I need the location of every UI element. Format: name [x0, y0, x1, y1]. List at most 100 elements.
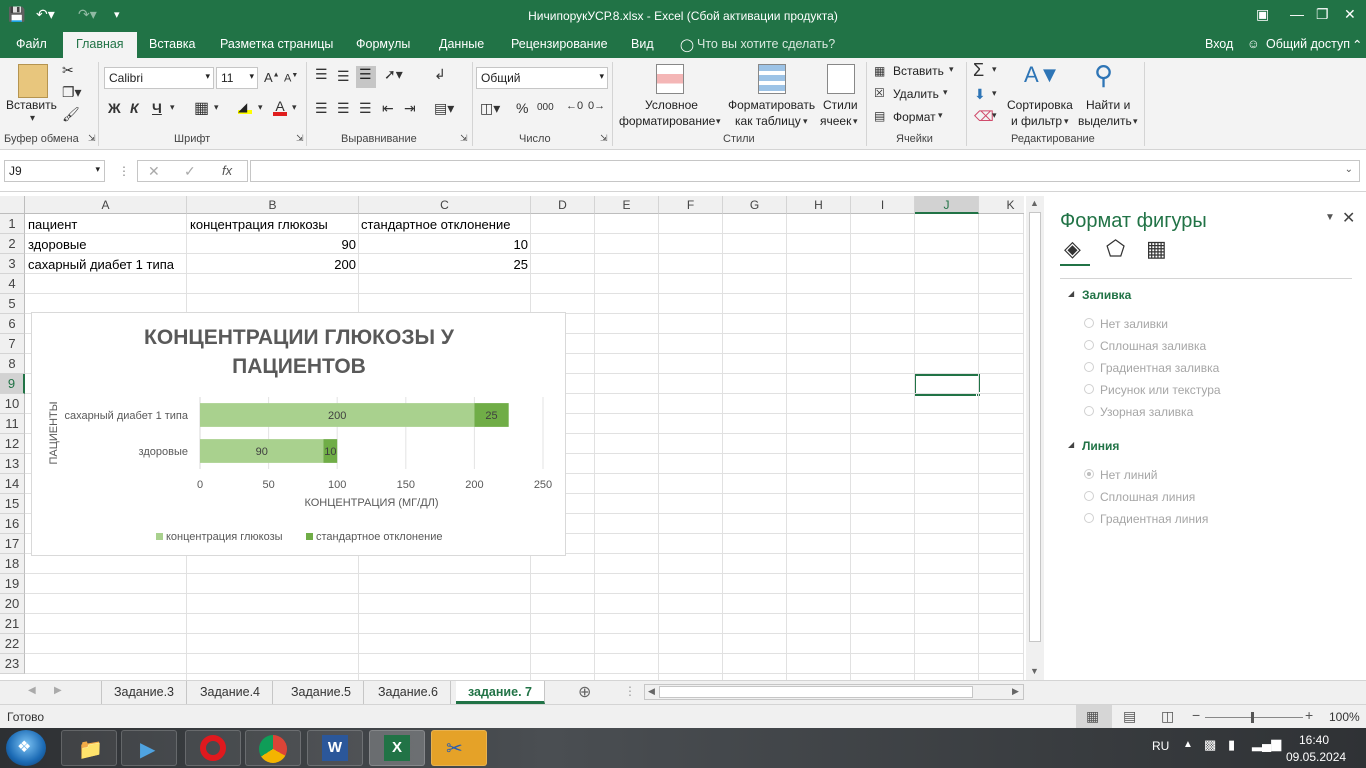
decrease-font-icon[interactable]: A▼: [284, 72, 298, 85]
collapse-line-icon[interactable]: ◢: [1068, 440, 1074, 449]
cancel-icon[interactable]: ✕: [148, 163, 160, 180]
row-header[interactable]: 8: [0, 354, 25, 374]
clock-time[interactable]: 16:40: [1299, 733, 1329, 747]
fill-dropdown-icon[interactable]: ▾: [258, 102, 263, 113]
conditional-formatting-icon[interactable]: [656, 64, 684, 94]
row-header[interactable]: 14: [0, 474, 25, 494]
font-color-icon[interactable]: A: [273, 98, 287, 116]
option-pattern-fill[interactable]: Узорная заливка: [1100, 405, 1193, 419]
close-icon[interactable]: ✕: [1344, 6, 1356, 23]
horizontal-scroll-thumb[interactable]: [659, 686, 973, 698]
snipping-taskbar-button[interactable]: ✂: [431, 730, 487, 766]
paste-dropdown-icon[interactable]: ▾: [30, 113, 35, 124]
number-launcher-icon[interactable]: ⇲: [600, 133, 608, 144]
row-header[interactable]: 10: [0, 394, 25, 414]
clear-icon[interactable]: ⌫: [974, 108, 994, 125]
row-header[interactable]: 18: [0, 554, 25, 574]
orientation-icon[interactable]: ➚▾: [384, 66, 403, 83]
tab-page-layout[interactable]: Разметка страницы: [220, 37, 333, 51]
tab-file[interactable]: Файл: [16, 37, 47, 51]
sheet-tab[interactable]: Задание.4: [188, 681, 274, 704]
underline-dropdown-icon[interactable]: ▾: [170, 102, 175, 113]
decrease-indent-icon[interactable]: ⇤: [382, 100, 394, 117]
borders-dropdown-icon[interactable]: ▾: [214, 102, 219, 113]
option-no-fill[interactable]: Нет заливки: [1100, 317, 1168, 331]
row-header[interactable]: 4: [0, 274, 25, 294]
normal-view-button[interactable]: ▦: [1076, 705, 1112, 729]
find-select-label-2[interactable]: выделить: [1078, 114, 1132, 128]
cell-C1[interactable]: стандартное отклонение: [361, 215, 529, 235]
media-taskbar-button[interactable]: ▶: [121, 730, 177, 766]
row-header[interactable]: 16: [0, 514, 25, 534]
cut-icon[interactable]: ✂: [62, 62, 74, 79]
network-icon[interactable]: ▩: [1204, 737, 1216, 753]
signal-icon[interactable]: ▂▄▆: [1252, 736, 1281, 752]
vertical-scrollbar[interactable]: ▲ ▼: [1026, 196, 1044, 680]
row-header[interactable]: 15: [0, 494, 25, 514]
ribbon-display-icon[interactable]: ▣: [1256, 6, 1269, 23]
delete-cells-icon[interactable]: ☒: [874, 86, 885, 100]
option-gradient-line[interactable]: Градиентная линия: [1100, 512, 1208, 526]
align-bottom-icon[interactable]: ☰: [356, 66, 376, 88]
chevron-down-icon[interactable]: ▾: [943, 87, 948, 98]
add-sheet-icon[interactable]: ⊕: [578, 682, 591, 702]
tab-review[interactable]: Рецензирование: [511, 37, 608, 51]
tray-expand-icon[interactable]: ▲: [1183, 739, 1193, 750]
option-gradient-fill[interactable]: Градиентная заливка: [1100, 361, 1219, 375]
clock-date[interactable]: 09.05.2024: [1286, 750, 1346, 764]
chevron-down-icon[interactable]: ▾: [992, 88, 997, 99]
column-header[interactable]: I: [851, 196, 915, 214]
size-properties-tab-icon[interactable]: ▦: [1146, 236, 1167, 262]
column-header[interactable]: A: [25, 196, 187, 214]
find-select-label-1[interactable]: Найти и: [1086, 98, 1130, 112]
chevron-down-icon[interactable]: ▾: [949, 64, 954, 75]
percent-button[interactable]: %: [516, 100, 528, 116]
decrease-decimal-icon[interactable]: 0→: [588, 100, 605, 112]
row-header[interactable]: 6: [0, 314, 25, 334]
copy-icon[interactable]: ❐▾: [62, 84, 82, 101]
option-solid-fill[interactable]: Сплошная заливка: [1100, 339, 1206, 353]
expand-formula-icon[interactable]: ⌄: [1345, 164, 1353, 175]
font-name-box[interactable]: Calibri ▾: [104, 67, 214, 89]
restore-icon[interactable]: ❐: [1316, 6, 1329, 23]
radio-no-line[interactable]: [1084, 469, 1094, 479]
chart-area[interactable]: КОНЦЕНТРАЦИИ ГЛЮКОЗЫ У ПАЦИЕНТОВ 0 50 100 150…: [31, 312, 566, 556]
thousands-button[interactable]: 000: [537, 102, 554, 113]
redo-icon[interactable]: ↷▾: [78, 6, 97, 23]
chevron-down-icon[interactable]: ▾: [992, 110, 997, 121]
column-header[interactable]: C: [359, 196, 531, 214]
word-taskbar-button[interactable]: W: [307, 730, 363, 766]
name-box[interactable]: J9 ▾: [4, 160, 105, 182]
format-cells-icon[interactable]: ▤: [874, 109, 885, 123]
opera-taskbar-button[interactable]: [185, 730, 241, 766]
zoom-in-icon[interactable]: +: [1305, 707, 1313, 723]
tab-formulas[interactable]: Формулы: [356, 37, 410, 51]
column-header[interactable]: F: [659, 196, 723, 214]
cell-B1[interactable]: концентрация глюкозы: [190, 215, 358, 235]
currency-icon[interactable]: ◫▾: [480, 100, 500, 117]
page-break-view-icon[interactable]: ◫: [1161, 708, 1174, 725]
format-painter-icon[interactable]: 🖌: [62, 106, 80, 123]
option-picture-fill[interactable]: Рисунок или текстура: [1100, 383, 1221, 397]
customize-qat-icon[interactable]: ▾: [114, 8, 120, 21]
row-header[interactable]: 2: [0, 234, 25, 254]
excel-taskbar-button[interactable]: X: [369, 730, 425, 766]
row-header[interactable]: 17: [0, 534, 25, 554]
row-header[interactable]: 19: [0, 574, 25, 594]
tab-data[interactable]: Данные: [439, 37, 484, 51]
tell-me-box[interactable]: Что вы хотите сделать?: [697, 37, 835, 51]
radio-solid-fill[interactable]: [1084, 340, 1094, 350]
row-header[interactable]: 3: [0, 254, 25, 274]
row-header[interactable]: 12: [0, 434, 25, 454]
sort-filter-label-2[interactable]: и фильтр: [1011, 114, 1062, 128]
chevron-down-icon[interactable]: ▾: [1064, 116, 1069, 127]
sheet-tab[interactable]: Задание.6: [366, 681, 452, 704]
enter-icon[interactable]: ✓: [184, 163, 196, 180]
radio-gradient-line[interactable]: [1084, 513, 1094, 523]
format-cells-button[interactable]: Формат: [893, 110, 936, 124]
cell-B2[interactable]: 90: [190, 235, 356, 255]
option-solid-line[interactable]: Сплошная линия: [1100, 490, 1195, 504]
zoom-level[interactable]: 100%: [1329, 710, 1360, 724]
increase-decimal-icon[interactable]: ←0: [566, 100, 583, 112]
formula-input[interactable]: ⌄: [250, 160, 1360, 182]
